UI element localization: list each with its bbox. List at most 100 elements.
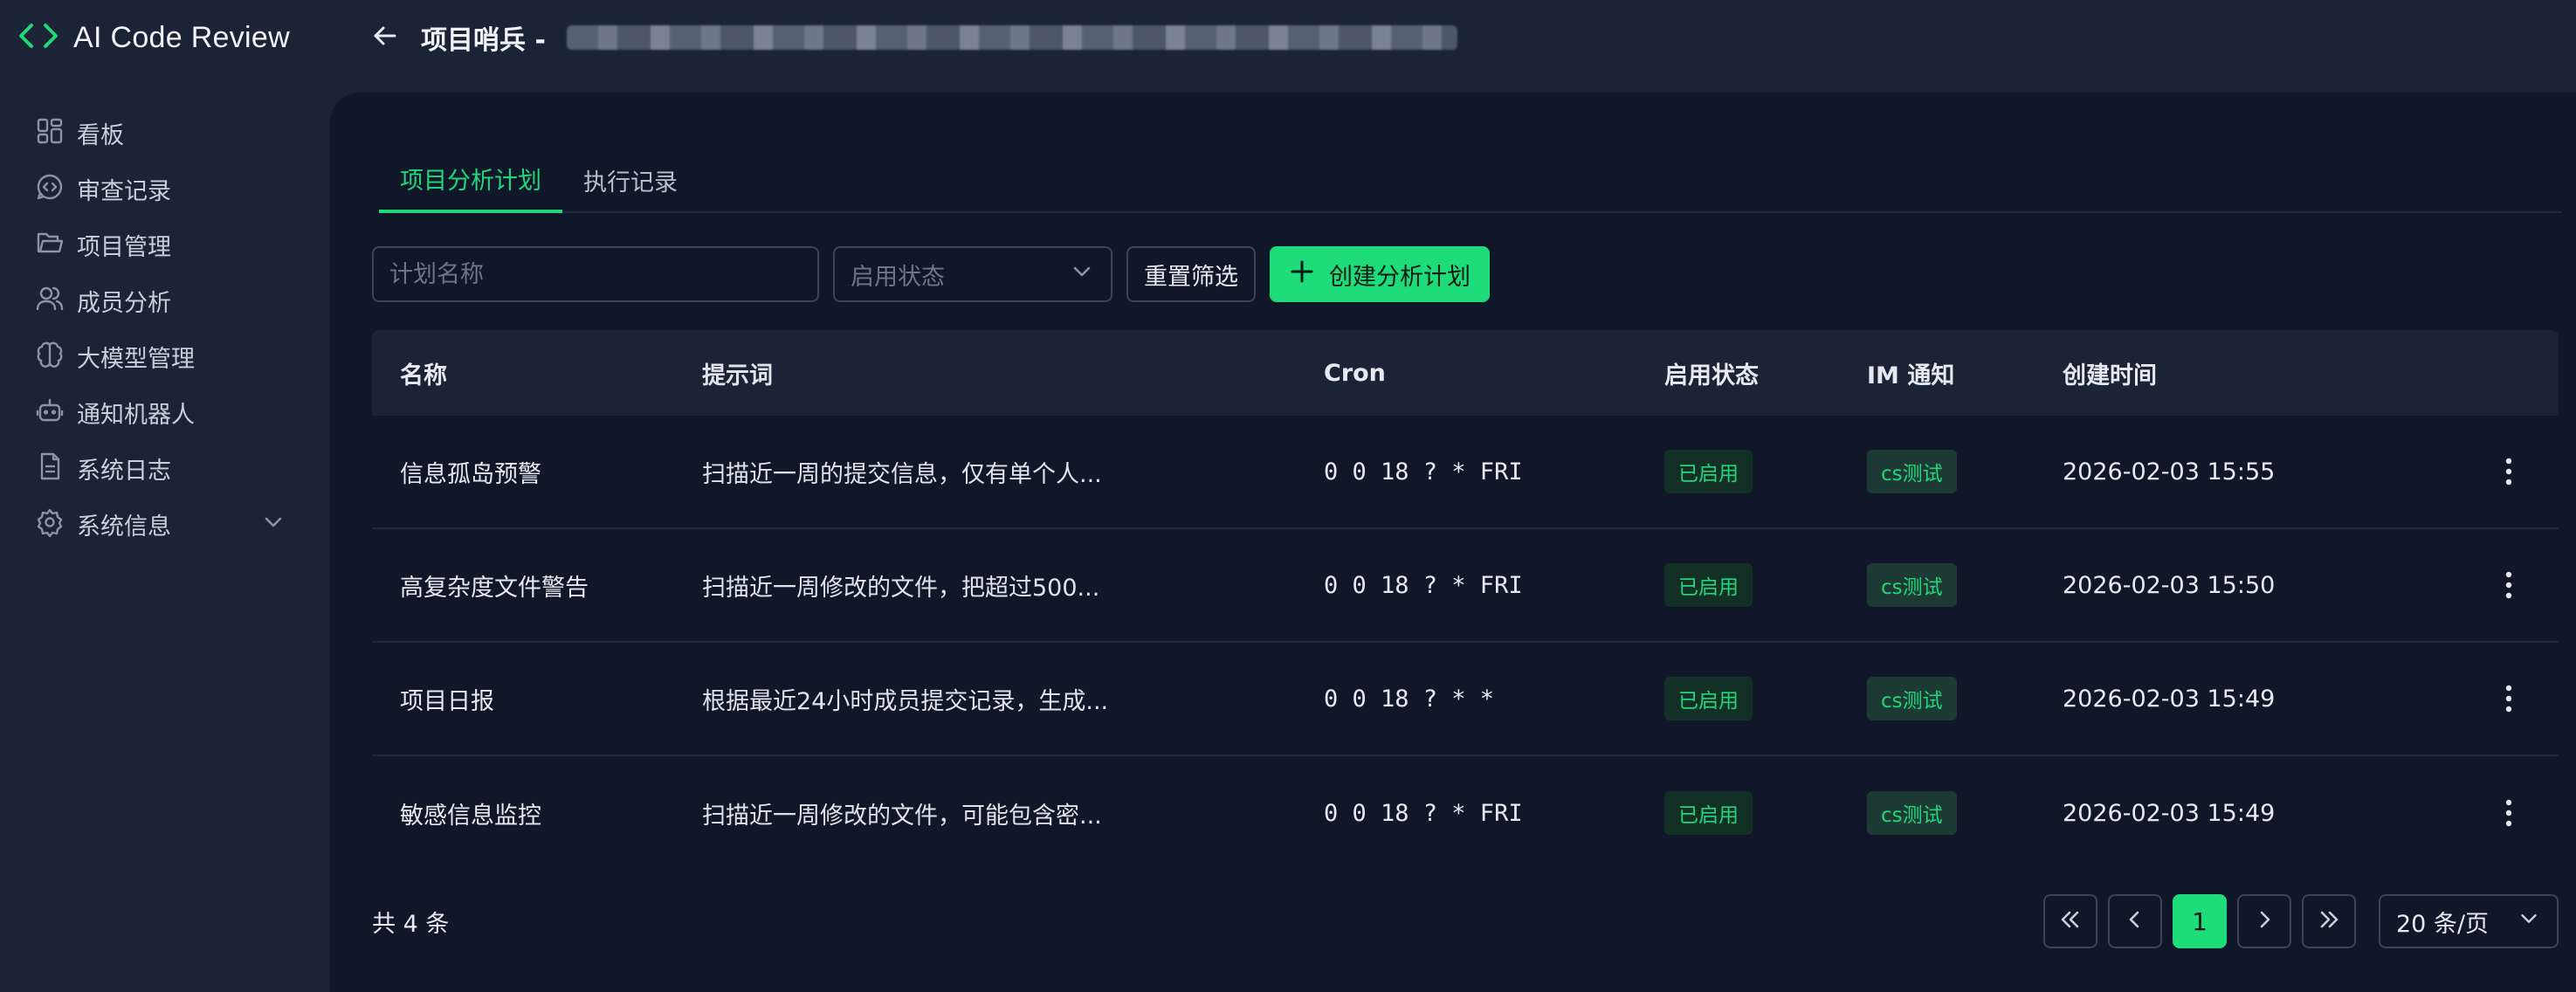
column-header-status: 启用状态 xyxy=(1664,362,1759,389)
create-plan-label: 创建分析计划 xyxy=(1329,263,1471,291)
prev-page-button[interactable] xyxy=(2108,894,2162,948)
plan-name-input[interactable] xyxy=(372,246,819,302)
last-page-button[interactable] xyxy=(2302,894,2356,948)
review-icon xyxy=(35,172,65,205)
plan-created-time: 2026-02-03 15:49 xyxy=(2063,799,2276,827)
sidebar-item-members[interactable]: 成员分析 xyxy=(0,272,330,328)
sidebar-item-projects[interactable]: 项目管理 xyxy=(0,217,330,272)
sidebar-item-logs[interactable]: 系统日志 xyxy=(0,440,330,496)
plan-cron: 0 0 18 ? * FRI xyxy=(1324,799,1523,827)
page-size-select[interactable]: 20 条/页 xyxy=(2379,894,2559,948)
sidebar-item-label: 系统日志 xyxy=(77,457,171,485)
more-vertical-icon[interactable] xyxy=(2447,457,2559,486)
table-row[interactable]: 高复杂度文件警告 扫描近一周修改的文件，把超过500... 0 0 18 ? *… xyxy=(372,529,2559,643)
chevrons-left-icon xyxy=(2057,906,2084,936)
folder-icon xyxy=(35,228,65,261)
plans-table: 名称 提示词 Cron 启用状态 IM 通知 创建时间 信息孤岛预警 扫描近一周… xyxy=(372,330,2559,870)
tab-analysis-plans[interactable]: 项目分析计划 xyxy=(379,147,562,213)
plan-prompt: 根据最近24小时成员提交记录，生成... xyxy=(702,687,1109,715)
column-header-im: IM 通知 xyxy=(1867,362,1955,389)
table-row[interactable]: 信息孤岛预警 扫描近一周的提交信息，仅有单个人... 0 0 18 ? * FR… xyxy=(372,416,2559,529)
sidebar-item-reviews[interactable]: 审查记录 xyxy=(0,161,330,217)
users-icon xyxy=(35,284,65,317)
pagination: 1 20 条/页 xyxy=(2043,894,2559,948)
page-title: 项目哨兵 - xyxy=(421,25,546,56)
sidebar-item-label: 看板 xyxy=(77,121,124,149)
page-header: 项目哨兵 - xyxy=(370,16,1457,59)
sidebar-item-bots[interactable]: 通知机器人 xyxy=(0,384,330,440)
next-page-button[interactable] xyxy=(2237,894,2291,948)
sidebar-item-llm[interactable]: 大模型管理 xyxy=(0,328,330,384)
plan-name: 信息孤岛预警 xyxy=(400,460,541,488)
plan-prompt: 扫描近一周修改的文件，把超过500... xyxy=(702,574,1100,602)
table-row[interactable]: 敏感信息监控 扫描近一周修改的文件，可能包含密... 0 0 18 ? * FR… xyxy=(372,756,2559,870)
more-vertical-icon[interactable] xyxy=(2447,798,2559,828)
plan-prompt: 扫描近一周修改的文件，可能包含密... xyxy=(702,802,1102,830)
main-panel: 项目分析计划 执行记录 启用状态 重置筛选 创建分析计划 名称 提示词 Cron… xyxy=(330,93,2576,992)
filter-toolbar: 启用状态 重置筛选 创建分析计划 xyxy=(372,246,1490,302)
create-plan-button[interactable]: 创建分析计划 xyxy=(1270,246,1490,302)
log-icon xyxy=(35,451,65,485)
app-title: AI Code Review xyxy=(73,20,290,54)
im-badge: cs测试 xyxy=(1867,450,1957,493)
sidebar-item-system-info[interactable]: 系统信息 xyxy=(0,496,330,552)
reset-filter-button[interactable]: 重置筛选 xyxy=(1126,246,1256,302)
sidebar: 看板 审查记录 项目管理 成员分析 大模型管理 通知机器人 系统日志 系统信息 xyxy=(0,105,330,552)
app-brand: AI Code Review xyxy=(17,16,290,59)
im-badge: cs测试 xyxy=(1867,791,1957,835)
sidebar-item-label: 项目管理 xyxy=(77,233,171,261)
back-arrow-icon[interactable] xyxy=(370,21,400,54)
more-vertical-icon[interactable] xyxy=(2447,684,2559,713)
table-header: 名称 提示词 Cron 启用状态 IM 通知 创建时间 xyxy=(372,330,2559,416)
first-page-button[interactable] xyxy=(2043,894,2097,948)
status-select[interactable]: 启用状态 xyxy=(833,246,1112,302)
status-select-placeholder: 启用状态 xyxy=(851,263,945,291)
im-badge: cs测试 xyxy=(1867,563,1957,607)
chevron-right-icon xyxy=(2251,906,2277,936)
chevron-down-icon[interactable] xyxy=(260,509,286,539)
table-row[interactable]: 项目日报 根据最近24小时成员提交记录，生成... 0 0 18 ? * * 已… xyxy=(372,643,2559,756)
sidebar-item-label: 成员分析 xyxy=(77,289,171,317)
column-header-name: 名称 xyxy=(400,362,447,389)
tab-bar: 项目分析计划 执行记录 xyxy=(379,147,2562,213)
status-badge: 已启用 xyxy=(1664,677,1753,720)
more-vertical-icon[interactable] xyxy=(2447,570,2559,600)
plan-name: 高复杂度文件警告 xyxy=(400,574,589,602)
robot-icon xyxy=(35,396,65,429)
status-badge: 已启用 xyxy=(1664,563,1753,607)
gear-icon xyxy=(35,507,65,541)
plan-cron: 0 0 18 ? * FRI xyxy=(1324,571,1523,599)
page-size-value: 20 条/页 xyxy=(2396,910,2490,938)
dashboard-icon xyxy=(35,116,65,149)
brain-icon xyxy=(35,340,65,373)
column-header-created: 创建时间 xyxy=(2063,362,2157,389)
status-badge: 已启用 xyxy=(1664,791,1753,835)
plan-created-time: 2026-02-03 15:49 xyxy=(2063,685,2276,713)
sidebar-item-label: 系统信息 xyxy=(77,513,171,541)
sidebar-item-label: 审查记录 xyxy=(77,177,171,205)
code-icon xyxy=(17,20,59,55)
status-badge: 已启用 xyxy=(1664,450,1753,493)
page-number-button[interactable]: 1 xyxy=(2173,894,2227,948)
plan-name: 敏感信息监控 xyxy=(400,802,541,830)
plan-cron: 0 0 18 ? * * xyxy=(1324,685,1495,713)
chevron-down-icon xyxy=(2517,906,2541,937)
plan-name: 项目日报 xyxy=(400,687,494,715)
sidebar-item-label: 大模型管理 xyxy=(77,345,195,373)
sidebar-item-dashboard[interactable]: 看板 xyxy=(0,105,330,161)
chevron-down-icon xyxy=(1069,258,1095,291)
column-header-prompt: 提示词 xyxy=(702,362,773,389)
tab-execution-records[interactable]: 执行记录 xyxy=(562,147,699,213)
plan-prompt: 扫描近一周的提交信息，仅有单个人... xyxy=(702,460,1102,488)
sidebar-item-label: 通知机器人 xyxy=(77,401,195,429)
column-header-cron: Cron xyxy=(1324,359,1386,387)
plan-cron: 0 0 18 ? * FRI xyxy=(1324,458,1523,486)
chevrons-right-icon xyxy=(2316,906,2342,936)
plan-created-time: 2026-02-03 15:55 xyxy=(2063,458,2276,486)
plan-created-time: 2026-02-03 15:50 xyxy=(2063,571,2276,599)
plus-icon xyxy=(1289,258,1315,291)
redacted-project-name xyxy=(566,25,1457,50)
im-badge: cs测试 xyxy=(1867,677,1957,720)
chevron-left-icon xyxy=(2122,906,2148,936)
total-count: 共 4 条 xyxy=(372,911,450,938)
